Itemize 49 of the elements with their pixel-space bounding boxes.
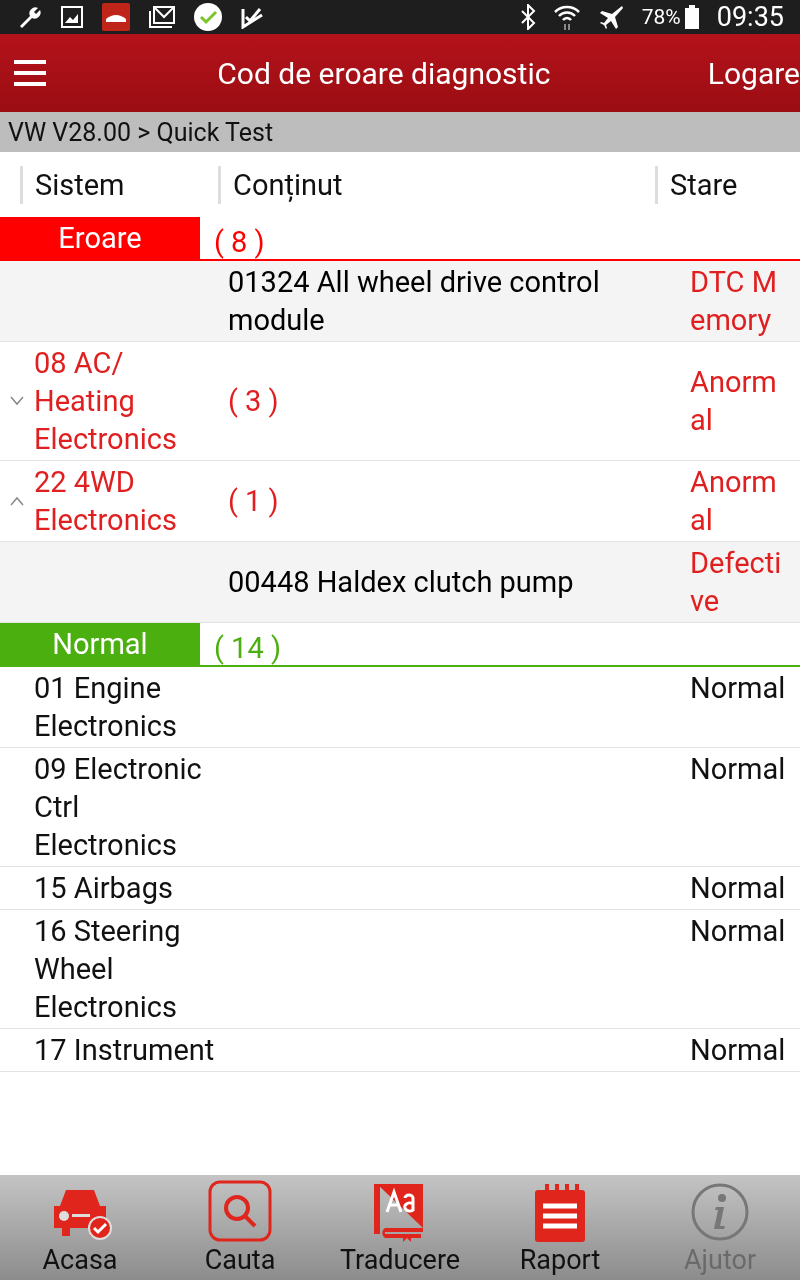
- fault-count: ( 3 ): [228, 384, 279, 418]
- screen-title: Cod de eroare diagnostic: [216, 55, 552, 91]
- section-count: ( 8 ): [214, 225, 265, 259]
- system-status: Normal: [690, 751, 787, 788]
- system-name: 09 Electronic Ctrl Electronics: [34, 751, 203, 864]
- column-header: Conținut: [218, 165, 655, 204]
- notepad-icon: [533, 1182, 587, 1242]
- column-header: Stare: [655, 165, 800, 204]
- nav-button[interactable]: Raport: [480, 1175, 640, 1280]
- system-status: Normal: [690, 913, 787, 950]
- section-label: Eroare: [0, 217, 200, 259]
- battery-icon: [684, 5, 699, 29]
- breadcrumb: VW V28.00 > Quick Test: [8, 117, 274, 147]
- section-count: ( 14 ): [214, 631, 281, 665]
- mail-icon: [148, 5, 176, 29]
- system-status: Anormal: [690, 464, 778, 539]
- check-icon: [194, 3, 222, 31]
- info-icon: [690, 1182, 750, 1242]
- wifi-icon: [553, 4, 580, 30]
- system-status: Normal: [690, 670, 787, 707]
- checklist-icon: [240, 5, 264, 29]
- system-status: Normal: [690, 1032, 787, 1069]
- fault-status: DTC Memory: [690, 264, 778, 339]
- fault-description: 00448 Haldex clutch pump: [227, 564, 575, 601]
- nav-button[interactable]: Cauta: [160, 1175, 320, 1280]
- system-status: Anormal: [690, 364, 778, 439]
- column-header: Sistem: [20, 165, 218, 204]
- nav-button[interactable]: Acasa: [0, 1175, 160, 1280]
- system-status: Normal: [690, 870, 787, 907]
- menu-icon[interactable]: [14, 59, 46, 87]
- fault-description: 01324 All wheel drive control module: [227, 264, 601, 339]
- system-name: 22 4WD Electronics: [34, 464, 178, 539]
- system-name: 15 Airbags: [34, 870, 174, 907]
- login-link[interactable]: Logare: [707, 55, 800, 91]
- image-icon: [60, 5, 84, 29]
- system-name: 08 AC/ Heating Electronics: [34, 345, 178, 458]
- battery-percent: 78%: [641, 5, 681, 29]
- search-icon: [208, 1180, 272, 1242]
- system-name: 01 Engine Electronics: [34, 670, 178, 745]
- nav-button[interactable]: Traducere: [320, 1175, 480, 1280]
- section-label: Normal: [0, 623, 200, 665]
- fault-status: Defective: [690, 545, 783, 620]
- fault-count: ( 1 ): [228, 484, 279, 518]
- system-row[interactable]: 08 AC/ Heating Electronics ( 3 ) Anormal: [0, 342, 800, 461]
- clock: 09:35: [716, 1, 784, 33]
- system-name: 17 Instrument: [34, 1032, 216, 1069]
- bluetooth-icon: [519, 4, 536, 30]
- car-app-icon: [102, 3, 130, 31]
- system-name: 16 Steering Wheel Electronics: [34, 913, 182, 1026]
